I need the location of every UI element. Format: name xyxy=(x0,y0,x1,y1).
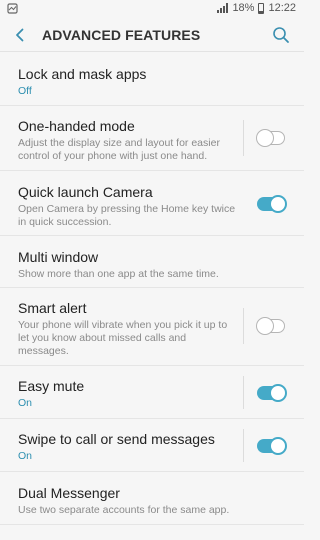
one-handed-mode-toggle[interactable] xyxy=(255,128,285,147)
setting-dual-messenger[interactable]: Dual Messenger Use two separate accounts… xyxy=(0,472,304,525)
toggle-divider xyxy=(243,120,244,156)
battery-icon xyxy=(258,2,265,14)
search-icon[interactable] xyxy=(272,26,290,44)
smart-alert-toggle[interactable] xyxy=(255,316,285,335)
setting-one-handed-mode[interactable]: One-handed mode Adjust the display size … xyxy=(0,106,304,171)
setting-swipe-to-call[interactable]: Swipe to call or send messages On xyxy=(0,419,304,472)
easy-mute-toggle[interactable] xyxy=(257,384,287,402)
app-bar: ADVANCED FEATURES xyxy=(0,18,304,52)
clock: 12:22 xyxy=(268,2,296,14)
battery-percent: 18% xyxy=(232,2,255,14)
swipe-to-call-toggle[interactable] xyxy=(257,437,287,455)
status-indicators: 18% 12:22 xyxy=(213,2,296,14)
status-bar: 18% 12:22 xyxy=(0,0,304,18)
setting-lock-and-mask-apps[interactable]: Lock and mask apps Off xyxy=(0,53,304,106)
setting-status: Off xyxy=(18,85,32,97)
setting-label: One-handed mode xyxy=(18,118,135,134)
setting-description: Adjust the display size and layout for e… xyxy=(18,137,220,162)
setting-description: Use two separate accounts for the same a… xyxy=(18,504,230,516)
back-arrow-icon[interactable] xyxy=(12,27,28,43)
setting-status: On xyxy=(18,450,33,462)
settings-list: Lock and mask apps Off One-handed mode A… xyxy=(0,53,304,525)
signal-icon xyxy=(217,3,229,13)
toggle-divider xyxy=(243,376,244,409)
page-title: ADVANCED FEATURES xyxy=(42,27,201,43)
setting-label: Smart alert xyxy=(18,300,87,316)
setting-label: Dual Messenger xyxy=(18,485,120,501)
setting-status: On xyxy=(18,397,33,409)
setting-label: Swipe to call or send messages xyxy=(18,431,215,447)
setting-label: Easy mute xyxy=(18,378,85,394)
setting-description: Open Camera by pressing the Home key twi… xyxy=(18,203,236,228)
setting-description: Show more than one app at the same time. xyxy=(18,268,219,280)
toggle-divider xyxy=(243,429,244,462)
toggle-divider xyxy=(243,308,244,344)
setting-multi-window[interactable]: Multi window Show more than one app at t… xyxy=(0,236,304,288)
notification-icon xyxy=(7,3,18,14)
setting-label: Lock and mask apps xyxy=(18,66,147,82)
setting-easy-mute[interactable]: Easy mute On xyxy=(0,366,304,419)
setting-quick-launch-camera[interactable]: Quick launch Camera Open Camera by press… xyxy=(0,171,304,236)
setting-label: Multi window xyxy=(18,249,99,265)
setting-smart-alert[interactable]: Smart alert Your phone will vibrate when… xyxy=(0,288,304,366)
setting-label: Quick launch Camera xyxy=(18,184,153,200)
setting-description: Your phone will vibrate when you pick it… xyxy=(18,319,228,357)
quick-launch-camera-toggle[interactable] xyxy=(257,195,287,213)
